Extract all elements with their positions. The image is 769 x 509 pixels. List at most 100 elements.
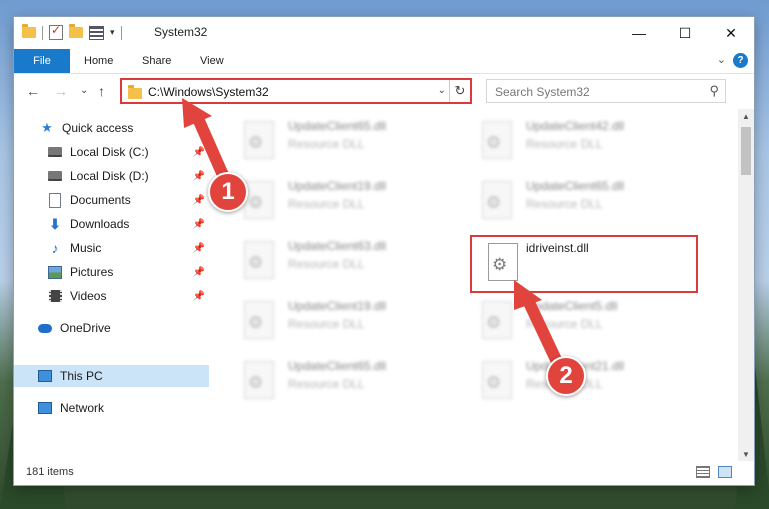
- expand-ribbon-icon[interactable]: ⌄: [717, 53, 726, 66]
- search-icon[interactable]: ⚲: [709, 83, 719, 99]
- callout-step-2: 2: [546, 356, 586, 396]
- close-button[interactable]: ✕: [708, 17, 754, 49]
- file-item[interactable]: UpdateClient19.dll Resource DLL: [230, 295, 450, 343]
- minimize-button[interactable]: —: [616, 17, 662, 49]
- file-item[interactable]: UpdateClient65.dll Resource DLL: [468, 175, 688, 223]
- tab-share[interactable]: Share: [142, 49, 171, 73]
- file-name: UpdateClient19.dll: [288, 299, 387, 313]
- sidebar-item-label: Local Disk (D:): [70, 169, 149, 183]
- properties-check-icon[interactable]: [49, 23, 63, 40]
- sidebar-item-pictures[interactable]: Pictures 📌: [14, 261, 209, 283]
- sidebar-item-label: Videos: [70, 289, 107, 303]
- pin-icon[interactable]: 📌: [193, 291, 205, 302]
- forward-button[interactable]: →: [54, 83, 68, 99]
- sidebar-item-music[interactable]: ♪ Music 📌: [14, 237, 209, 259]
- address-dropdown-icon[interactable]: ⌄: [438, 85, 446, 96]
- sidebar-item-this-pc[interactable]: This PC: [14, 365, 209, 387]
- file-name: UpdateClient63.dll: [288, 239, 387, 253]
- pictures-icon: [48, 265, 62, 279]
- downloads-icon: ⬇: [49, 215, 61, 232]
- dll-file-icon: [244, 121, 274, 159]
- file-item[interactable]: UpdateClient19.dll Resource DLL: [230, 175, 450, 223]
- address-bar[interactable]: C:\Windows\System32 ⌄ ↻: [120, 78, 472, 104]
- address-path[interactable]: C:\Windows\System32: [148, 85, 269, 99]
- file-item[interactable]: UpdateClient42.dll Resource DLL: [468, 115, 688, 163]
- window-title: System32: [154, 25, 208, 39]
- sidebar-item-network[interactable]: Network: [14, 397, 209, 419]
- details-view-icon[interactable]: [696, 466, 710, 478]
- documents-icon: [49, 192, 61, 208]
- properties-icon[interactable]: [89, 25, 104, 40]
- sidebar-item-label: Network: [60, 401, 105, 415]
- dll-file-icon: [482, 361, 512, 399]
- sidebar-item-label: Music: [70, 241, 102, 255]
- recent-locations-dropdown[interactable]: ⌄: [80, 85, 88, 96]
- file-name: UpdateClient5.dll: [526, 299, 618, 313]
- pin-icon[interactable]: 📌: [193, 171, 205, 182]
- dll-file-icon: [482, 121, 512, 159]
- scroll-down-icon[interactable]: ▼: [738, 447, 754, 461]
- toolbar-divider: [42, 25, 43, 40]
- file-type: Resource DLL: [288, 257, 365, 271]
- pin-icon[interactable]: 📌: [193, 267, 205, 278]
- dll-file-icon: [482, 181, 512, 219]
- file-item[interactable]: UpdateClient65.dll Resource DLL: [230, 355, 450, 403]
- scroll-up-icon[interactable]: ▲: [738, 109, 754, 123]
- file-item[interactable]: UpdateClient65.dll Resource DLL: [230, 115, 450, 163]
- file-item[interactable]: UpdateClient63.dll Resource DLL: [230, 235, 450, 283]
- file-item[interactable]: UpdateClient5.dll Resource DLL: [468, 295, 688, 343]
- callout-step-1: 1: [208, 172, 248, 212]
- dll-file-icon: [244, 181, 274, 219]
- file-name: UpdateClient42.dll: [526, 119, 625, 133]
- pin-icon[interactable]: 📌: [193, 243, 205, 254]
- search-placeholder: Search System32: [495, 85, 590, 99]
- file-type: Resource DLL: [288, 317, 365, 331]
- pin-icon[interactable]: 📌: [193, 219, 205, 230]
- tab-view[interactable]: View: [200, 49, 224, 73]
- file-name: UpdateClient65.dll: [288, 119, 387, 133]
- sidebar-item-quick-access[interactable]: ★ Quick access: [14, 117, 209, 139]
- new-folder-icon[interactable]: [69, 24, 83, 38]
- videos-icon: [48, 290, 62, 302]
- search-input[interactable]: Search System32 ⚲: [486, 79, 726, 103]
- dll-file-icon: [482, 301, 512, 339]
- refresh-button[interactable]: ↻: [449, 80, 470, 102]
- sidebar-item-videos[interactable]: Videos 📌: [14, 285, 209, 307]
- ribbon-tabs: File Home Share View ⌄ ?: [14, 49, 754, 74]
- pin-icon[interactable]: 📌: [193, 147, 205, 158]
- sidebar-item-label: Downloads: [70, 217, 130, 231]
- back-button[interactable]: ←: [26, 83, 40, 99]
- folder-icon: [128, 85, 142, 99]
- customize-toolbar-dropdown-icon[interactable]: ▾: [110, 27, 115, 38]
- file-name: UpdateClient19.dll: [288, 179, 387, 193]
- tab-home[interactable]: Home: [84, 49, 113, 73]
- sidebar-item-label: Pictures: [70, 265, 114, 279]
- file-type: Resource DLL: [288, 137, 365, 151]
- quick-access-toolbar: ▾: [22, 23, 122, 40]
- file-name: UpdateClient65.dll: [526, 179, 625, 193]
- sidebar-item-label: Local Disk (C:): [70, 145, 149, 159]
- up-button[interactable]: ↑: [98, 83, 105, 99]
- sidebar-item-downloads[interactable]: ⬇ Downloads 📌: [14, 213, 209, 235]
- navigation-pane: ★ Quick access Local Disk (C:) 📌 Local D…: [14, 109, 209, 461]
- maximize-button[interactable]: ☐: [662, 17, 708, 49]
- help-icon[interactable]: ?: [733, 53, 748, 68]
- sidebar-item-local-disk-c[interactable]: Local Disk (C:) 📌: [14, 141, 209, 163]
- large-icons-view-icon[interactable]: [718, 466, 732, 478]
- vertical-scrollbar[interactable]: ▲ ▼: [738, 109, 754, 461]
- file-type: Resource DLL: [526, 197, 603, 211]
- star-icon: ★: [41, 120, 53, 135]
- sidebar-item-documents[interactable]: Documents 📌: [14, 189, 209, 211]
- tab-file[interactable]: File: [14, 49, 70, 73]
- dll-file-icon: [244, 301, 274, 339]
- sidebar-item-label: Quick access: [62, 121, 134, 135]
- sidebar-item-onedrive[interactable]: OneDrive: [14, 317, 209, 339]
- this-pc-icon: [38, 370, 52, 382]
- sidebar-item-local-disk-d[interactable]: Local Disk (D:) 📌: [14, 165, 209, 187]
- pin-icon[interactable]: 📌: [193, 195, 205, 206]
- toolbar-divider: [120, 25, 122, 40]
- scrollbar-thumb[interactable]: [741, 127, 751, 175]
- network-icon: [38, 402, 52, 414]
- music-icon: ♪: [51, 240, 59, 256]
- drive-icon: [48, 147, 62, 157]
